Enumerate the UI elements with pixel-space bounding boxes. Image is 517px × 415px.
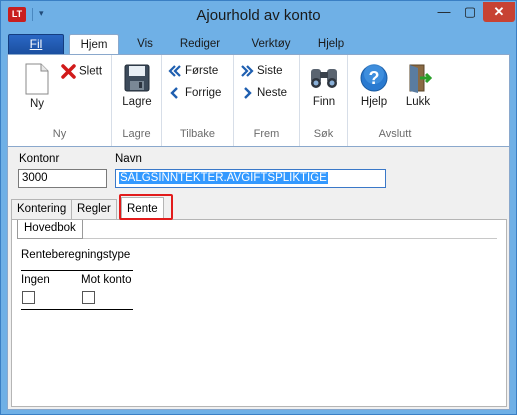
last-button-label: Siste bbox=[257, 65, 283, 78]
group-label-sok: Søk bbox=[313, 128, 334, 140]
delete-button-label: Slett bbox=[79, 65, 103, 78]
previous-button-label: Forrige bbox=[185, 87, 222, 100]
exit-door-icon bbox=[409, 64, 432, 93]
group-label-lagre: Lagre bbox=[122, 128, 151, 140]
app-window: LT ▾ Ajourhold av konto — ▢ ✕ Fil Hjem V… bbox=[0, 0, 517, 415]
navn-label: Navn bbox=[115, 153, 142, 165]
tab-regler[interactable]: Regler bbox=[71, 199, 117, 219]
group-label-ny: Ny bbox=[52, 128, 67, 140]
row-bottom-rule bbox=[21, 309, 133, 310]
ribbon-group-avslutt: ? Hjelp Lukk Avslutt bbox=[348, 55, 442, 146]
tab-highlight-annotation bbox=[119, 194, 173, 220]
ribbon-tab-rediger[interactable]: Rediger bbox=[173, 34, 227, 55]
previous-button[interactable]: Forrige bbox=[168, 86, 221, 100]
first-button[interactable]: Første bbox=[168, 64, 218, 78]
ribbon-tab-hjem[interactable]: Hjem bbox=[69, 34, 119, 55]
ribbon-tab-vis[interactable]: Vis bbox=[125, 34, 165, 55]
group-label-avslutt: Avslutt bbox=[378, 128, 412, 140]
ribbon-group-sok: Finn Søk bbox=[300, 55, 348, 146]
ribbon-group-ny: Ny Slett Ny bbox=[8, 55, 112, 146]
rente-tab-panel: Hovedbok Renteberegningstype Ingen Mot k… bbox=[11, 219, 507, 407]
save-disk-icon bbox=[124, 64, 150, 92]
help-button-label: Hjelp bbox=[360, 96, 388, 108]
file-menu-button[interactable]: Fil bbox=[8, 34, 64, 55]
kontonr-value: 3000 bbox=[22, 172, 48, 184]
form-area: Kontonr 3000 Navn SALGSINNTEKTER.AVGIFTS… bbox=[7, 147, 510, 410]
help-question-icon: ? bbox=[360, 64, 388, 92]
save-button[interactable]: Lagre bbox=[117, 63, 157, 108]
next-button-label: Neste bbox=[257, 87, 288, 100]
svg-text:?: ? bbox=[369, 68, 380, 88]
new-document-icon bbox=[25, 63, 49, 95]
next-button[interactable]: Neste bbox=[240, 86, 287, 100]
first-button-label: Første bbox=[185, 65, 219, 78]
kontonr-input[interactable]: 3000 bbox=[18, 169, 107, 188]
maximize-button[interactable]: ▢ bbox=[457, 2, 483, 22]
title-bar: LT ▾ Ajourhold av konto — ▢ ✕ bbox=[1, 1, 516, 31]
find-button[interactable]: Finn bbox=[304, 63, 344, 108]
minimize-button[interactable]: — bbox=[431, 2, 457, 22]
ribbon-tab-verktoy[interactable]: Verktøy bbox=[241, 34, 301, 55]
chevron-right-icon bbox=[244, 87, 252, 99]
new-button-label: Ny bbox=[29, 98, 45, 110]
tab-kontering[interactable]: Kontering bbox=[11, 199, 73, 219]
ingen-checkbox[interactable] bbox=[22, 291, 35, 304]
navn-input[interactable]: SALGSINNTEKTER.AVGIFTSPLIKTIGE bbox=[115, 169, 386, 188]
mot-konto-column-label: Mot konto bbox=[81, 274, 132, 286]
group-label-tilbake: Tilbake bbox=[179, 128, 216, 140]
close-button-label: Lukk bbox=[405, 96, 431, 108]
new-button[interactable]: Ny bbox=[16, 63, 58, 110]
subtab-hovedbok[interactable]: Hovedbok bbox=[17, 220, 83, 239]
save-button-label: Lagre bbox=[122, 96, 152, 108]
find-button-label: Finn bbox=[312, 96, 336, 108]
help-button[interactable]: ? Hjelp bbox=[354, 63, 394, 108]
last-button[interactable]: Siste bbox=[240, 64, 283, 78]
subtab-divider bbox=[17, 238, 497, 239]
binoculars-icon bbox=[311, 69, 337, 88]
delete-button[interactable]: Slett bbox=[61, 64, 102, 79]
group-label-frem: Frem bbox=[253, 128, 280, 140]
ribbon-group-tilbake: Første Forrige Tilbake bbox=[162, 55, 234, 146]
close-button[interactable]: Lukk bbox=[398, 63, 438, 108]
kontonr-label: Kontonr bbox=[19, 153, 60, 165]
close-window-button[interactable]: ✕ bbox=[483, 2, 515, 22]
ribbon-panel: Ny Slett Ny Lagre Lagre Første Forrige T… bbox=[7, 54, 510, 147]
ingen-column-label: Ingen bbox=[21, 274, 50, 286]
delete-x-icon bbox=[61, 64, 76, 79]
renteberegningstype-label: Renteberegningstype bbox=[21, 249, 131, 261]
mot-konto-checkbox[interactable] bbox=[82, 291, 95, 304]
ribbon-tab-row: Fil Hjem Vis Rediger Verktøy Hjelp bbox=[1, 31, 516, 55]
ribbon-tab-hjelp[interactable]: Hjelp bbox=[309, 34, 353, 55]
ribbon-group-frem: Siste Neste Frem bbox=[234, 55, 300, 146]
double-chevron-right-icon bbox=[241, 65, 254, 77]
column-header-rule bbox=[21, 270, 133, 271]
ribbon-group-lagre: Lagre Lagre bbox=[112, 55, 162, 146]
double-chevron-left-icon bbox=[168, 65, 181, 77]
chevron-left-icon bbox=[170, 87, 178, 99]
navn-value: SALGSINNTEKTER.AVGIFTSPLIKTIGE bbox=[119, 172, 328, 184]
